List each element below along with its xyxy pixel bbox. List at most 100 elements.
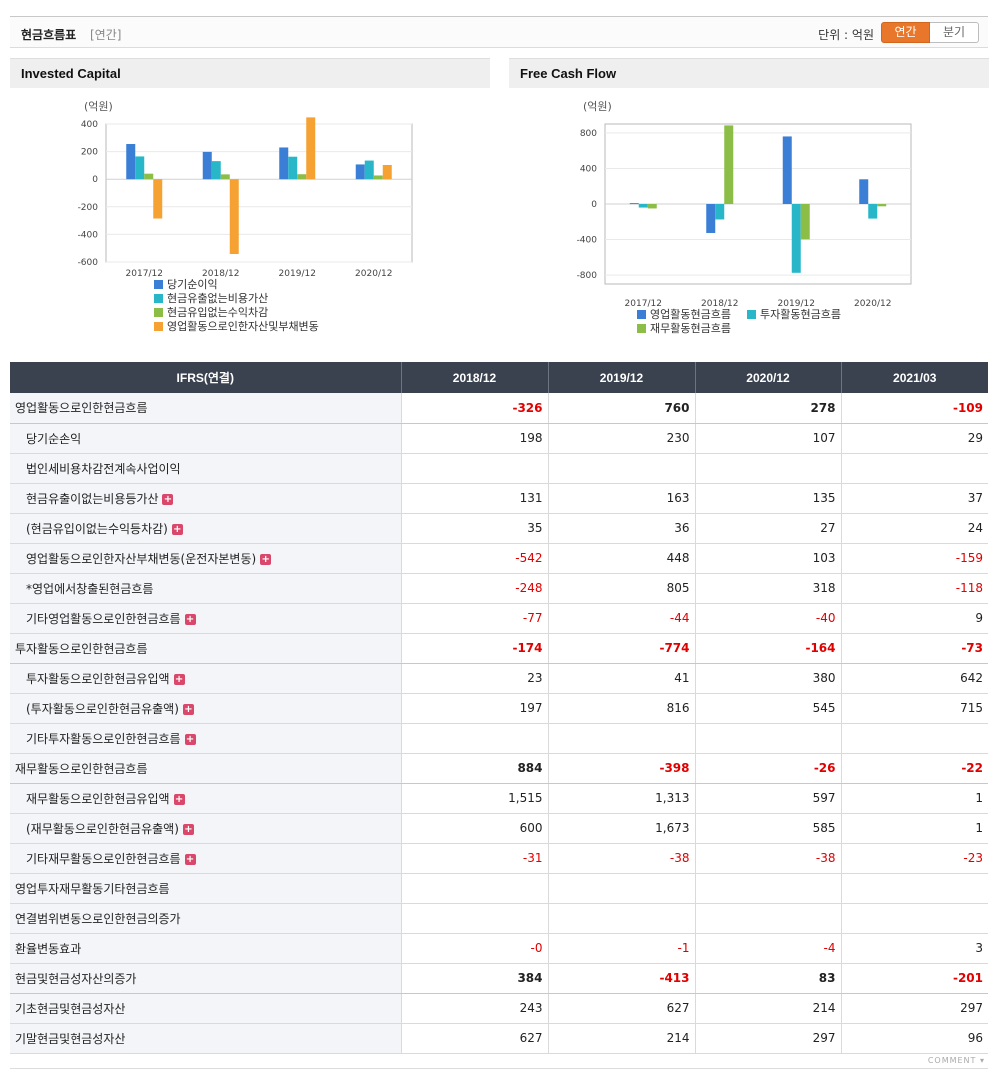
value-cell: 642 (841, 663, 988, 694)
row-label: 기초현금및현금성자산 (15, 1001, 126, 1016)
value-cell (548, 873, 696, 904)
invested-capital-panel: Invested Capital (억원) 400 200 0 -200 -400 -600… (10, 58, 490, 358)
y-tick-label: -400 (577, 236, 598, 246)
row-label: 영업활동으로인한현금흐름 (15, 401, 148, 416)
table-row: 당기순손익 198 230 107 29 (10, 423, 988, 454)
value-cell: 600 (401, 813, 549, 844)
expand-plus-icon[interactable]: + (182, 823, 194, 835)
table-header-row: IFRS(연결) 2018/12 2019/12 2020/12 2021/03 (10, 362, 988, 393)
value-cell: -4 (695, 933, 842, 964)
row-label: 투자활동으로인한현금유입액 (26, 671, 170, 686)
table-row: 투자활동으로인한현금유입액 +23 41 380 642 (10, 663, 988, 694)
value-cell: -73 (841, 633, 988, 664)
value-cell: 41 (548, 663, 696, 694)
value-cell: 380 (695, 663, 842, 694)
annual-toggle-button[interactable]: 연간 (881, 22, 930, 43)
expand-plus-icon[interactable]: + (184, 613, 196, 625)
expand-plus-icon[interactable]: + (173, 673, 185, 685)
value-cell: 135 (695, 483, 842, 514)
bar (153, 179, 163, 219)
legend-swatch (154, 322, 163, 331)
value-cell: 230 (548, 423, 696, 454)
value-cell: -174 (401, 633, 549, 664)
bar (706, 204, 716, 233)
bar (135, 156, 145, 180)
bar (724, 125, 734, 204)
y-tick-label: 400 (81, 120, 98, 130)
value-cell (841, 723, 988, 754)
period-label: [연간] (90, 28, 122, 42)
expand-plus-icon[interactable]: + (171, 523, 183, 535)
x-tick-label: 2020/12 (355, 269, 392, 279)
value-cell: -201 (841, 963, 988, 994)
value-cell (841, 453, 988, 484)
value-cell: 23 (401, 663, 549, 694)
value-cell: 715 (841, 693, 988, 724)
comment-toggle[interactable]: COMMENT ▾ (928, 1056, 985, 1065)
value-cell (401, 903, 549, 934)
bar (859, 179, 869, 204)
bar (126, 144, 136, 180)
value-cell: 96 (841, 1023, 988, 1054)
free-cash-flow-panel: Free Cash Flow (억원) 800 400 0 -400 -800 2017/1… (509, 58, 989, 358)
row-label-cell: (투자활동으로인한현금유출액) + (10, 693, 402, 724)
table-row: 재무활동으로인한현금흐름 884 -398 -26 -22 (10, 753, 988, 784)
table-row: 법인세비용차감전계속사업이익 (10, 453, 988, 484)
value-cell: 278 (695, 393, 842, 424)
y-tick-label: 0 (92, 175, 98, 185)
bar (800, 204, 810, 240)
row-label: 기타재무활동으로인한현금흐름 (26, 851, 181, 866)
row-label-cell: (현금유입이없는수익등차감) + (10, 513, 402, 544)
row-label: 재무활동으로인한현금흐름 (15, 761, 148, 776)
row-label: 재무활동으로인한현금유입액 (26, 791, 170, 806)
value-cell: -109 (841, 393, 988, 424)
table-row: 현금유출이없는비용등가산 +131 163 135 37 (10, 483, 988, 514)
bar (382, 164, 392, 180)
table-row: 현금및현금성자산의증가 384 -413 83 -201 (10, 963, 988, 994)
bar (279, 147, 289, 180)
row-label-cell: 기타투자활동으로인한현금흐름 + (10, 723, 402, 754)
legend-swatch (747, 310, 756, 319)
bar (868, 204, 878, 219)
expand-plus-icon[interactable]: + (184, 733, 196, 745)
value-cell: 36 (548, 513, 696, 544)
page-title: 현금흐름표 (21, 28, 77, 42)
row-label: 기타영업활동으로인한현금흐름 (26, 611, 181, 626)
legend-label: 재무활동현금흐름 (650, 321, 731, 335)
value-cell: 37 (841, 483, 988, 514)
row-label-cell: 기말현금및현금성자산 (10, 1023, 402, 1054)
expand-plus-icon[interactable]: + (162, 493, 174, 505)
value-cell (841, 903, 988, 934)
table-row: 연결범위변동으로인한현금의증가 (10, 903, 988, 934)
value-cell: 816 (548, 693, 696, 724)
row-label-cell: 영업투자재무활동기타현금흐름 (10, 873, 402, 904)
value-cell: 627 (548, 993, 696, 1024)
value-cell: 214 (695, 993, 842, 1024)
value-cell: 27 (695, 513, 842, 544)
legend-label: 당기순이익 (167, 278, 218, 291)
value-cell: -1 (548, 933, 696, 964)
value-cell: 297 (695, 1023, 842, 1054)
column-header: 2018/12 (401, 362, 549, 393)
value-cell (401, 723, 549, 754)
table-row: (투자활동으로인한현금유출액) +197 816 545 715 (10, 693, 988, 724)
value-cell: -164 (695, 633, 842, 664)
value-cell: 318 (695, 573, 842, 604)
value-cell: 29 (841, 423, 988, 454)
quarter-toggle-button[interactable]: 분기 (930, 22, 979, 43)
expand-plus-icon[interactable]: + (182, 703, 194, 715)
value-cell: 1,515 (401, 783, 549, 814)
expand-plus-icon[interactable]: + (173, 793, 185, 805)
value-cell: -542 (401, 543, 549, 574)
value-cell: -118 (841, 573, 988, 604)
row-label: 법인세비용차감전계속사업이익 (26, 461, 181, 476)
row-label-cell: 현금및현금성자산의증가 (10, 963, 402, 994)
expand-plus-icon[interactable]: + (260, 553, 272, 565)
value-cell: 585 (695, 813, 842, 844)
row-label-cell: 재무활동으로인한현금유입액 + (10, 783, 402, 814)
row-label-cell: 재무활동으로인한현금흐름 (10, 753, 402, 784)
value-cell: 131 (401, 483, 549, 514)
row-label: 영업투자재무활동기타현금흐름 (15, 881, 170, 896)
expand-plus-icon[interactable]: + (184, 853, 196, 865)
value-cell: -26 (695, 753, 842, 784)
